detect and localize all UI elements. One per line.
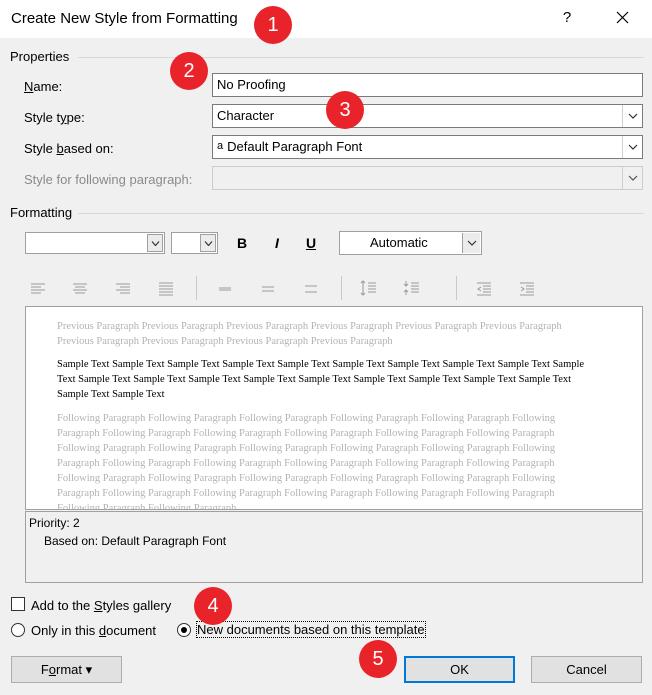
align-left-icon[interactable] — [29, 281, 47, 297]
italic-button[interactable]: I — [266, 232, 288, 254]
decrease-indent-icon[interactable] — [475, 281, 493, 297]
annotation-badge-5: 5 — [359, 640, 397, 678]
add-to-gallery-text-end: tyles gallery — [102, 598, 172, 613]
format-button[interactable]: Format ▾ — [11, 656, 122, 683]
annotation-badge-1: 1 — [254, 6, 292, 44]
increase-paragraph-spacing-icon[interactable] — [359, 280, 377, 296]
close-icon — [616, 11, 629, 24]
following-paragraph-text: Following Paragraph Following Paragraph … — [57, 413, 556, 510]
following-paragraph-select[interactable] — [212, 166, 643, 190]
style-description: Priority: 2 Based on: Default Paragraph … — [25, 511, 643, 583]
style-type-select[interactable]: Character — [212, 104, 643, 128]
help-button[interactable]: ? — [556, 4, 578, 32]
single-spacing-icon[interactable] — [216, 281, 234, 297]
character-style-icon: a — [217, 140, 224, 152]
based-on-description: Based on: Default Paragraph Font — [44, 534, 227, 548]
one-half-spacing-icon[interactable] — [259, 281, 277, 297]
style-type-label: Style type: — [24, 110, 85, 125]
toolbar-separator — [196, 276, 197, 300]
based-on-label: Style based on: — [24, 141, 114, 156]
chevron-down-icon[interactable] — [462, 233, 480, 253]
based-on-label-text: Style — [24, 141, 57, 156]
name-label: Name: — [24, 79, 62, 94]
add-to-gallery-text: Add to the — [31, 598, 94, 613]
chevron-down-icon[interactable] — [622, 136, 642, 158]
based-on-label-text-end: ased on: — [63, 141, 114, 156]
annotation-badge-2: 2 — [170, 52, 208, 90]
add-to-gallery-accesskey: S — [93, 598, 103, 613]
priority-text: Priority: 2 — [29, 516, 80, 530]
following-paragraph-label: Style for following paragraph: — [24, 172, 193, 187]
align-center-icon[interactable] — [71, 281, 89, 297]
only-this-document-radio[interactable] — [11, 623, 25, 637]
sample-text: Sample Text Sample Text Sample Text Samp… — [57, 359, 585, 400]
font-color-value: Automatic — [370, 235, 428, 250]
only-doc-text: Only in this — [31, 623, 99, 638]
title-bar: Create New Style from Formatting ? — [0, 0, 652, 38]
add-to-styles-gallery-checkbox[interactable] — [11, 597, 25, 611]
add-to-styles-gallery-label[interactable]: Add to the Styles gallery — [31, 598, 171, 613]
format-text: F — [40, 662, 49, 677]
font-size-select[interactable] — [171, 232, 218, 254]
name-field[interactable]: No Proofing — [212, 73, 643, 97]
font-name-select[interactable] — [25, 232, 165, 254]
double-spacing-icon[interactable] — [302, 281, 320, 297]
close-button[interactable] — [608, 4, 638, 32]
format-text-end: rmat — [56, 662, 83, 677]
only-doc-text-end: ocument — [106, 623, 157, 638]
chevron-down-icon[interactable] — [147, 234, 163, 252]
chevron-down-icon[interactable] — [200, 234, 216, 252]
dialog-title: Create New Style from Formatting — [11, 10, 238, 27]
based-on-select[interactable]: a Default Paragraph Font — [212, 135, 643, 159]
toolbar-separator — [456, 276, 457, 300]
dropdown-arrow-icon: ▾ — [85, 662, 93, 677]
properties-divider — [78, 57, 644, 58]
new-documents-radio[interactable] — [177, 623, 191, 637]
chevron-down-icon[interactable] — [622, 105, 642, 127]
annotation-badge-4: 4 — [194, 587, 232, 625]
bold-button[interactable]: B — [231, 232, 253, 254]
properties-section-label: Properties — [10, 49, 70, 64]
justify-icon[interactable] — [157, 281, 175, 297]
chevron-down-icon[interactable] — [622, 167, 642, 189]
font-color-select[interactable]: Automatic — [339, 231, 482, 255]
underline-button[interactable]: U — [300, 232, 322, 254]
name-label-text: ame: — [33, 79, 63, 94]
style-type-value: Character — [217, 108, 275, 123]
formatting-section-label: Formatting — [10, 205, 73, 220]
align-right-icon[interactable] — [114, 281, 132, 297]
based-on-accesskey: b — [56, 141, 64, 156]
new-documents-label[interactable]: New documents based on this template — [196, 621, 426, 638]
ok-button[interactable]: OK — [404, 656, 515, 683]
toolbar-separator — [341, 276, 342, 300]
style-type-label-text-end: pe: — [66, 110, 85, 125]
cancel-button[interactable]: Cancel — [531, 656, 642, 683]
format-accesskey: o — [48, 662, 57, 677]
decrease-paragraph-spacing-icon[interactable] — [402, 280, 420, 296]
annotation-badge-3: 3 — [326, 91, 364, 129]
only-this-document-label[interactable]: Only in this document — [31, 623, 156, 638]
increase-indent-icon[interactable] — [518, 281, 536, 297]
previous-paragraph-text: Previous Paragraph Previous Paragraph Pr… — [57, 321, 562, 347]
name-accesskey: N — [24, 79, 34, 94]
based-on-value: Default Paragraph Font — [227, 139, 363, 154]
formatting-divider — [78, 213, 644, 214]
style-type-label-text: Style t — [24, 110, 61, 125]
style-preview: Previous Paragraph Previous Paragraph Pr… — [25, 306, 643, 510]
